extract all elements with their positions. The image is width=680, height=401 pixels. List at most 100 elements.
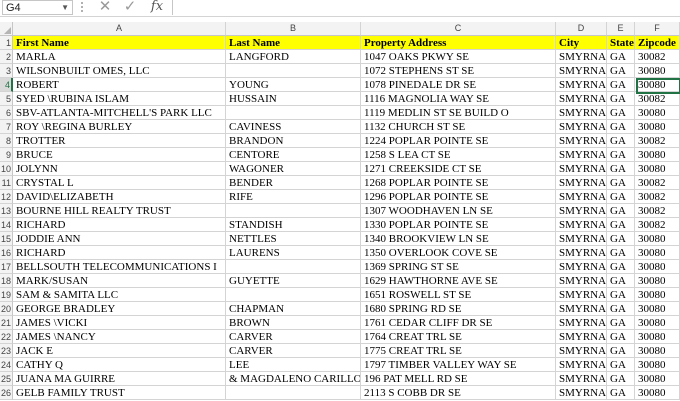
cell-state[interactable]: GA [607, 134, 635, 148]
row-header[interactable]: 21 [0, 316, 13, 330]
cell-last-name[interactable] [226, 260, 361, 274]
cell-zipcode[interactable]: 30080 [635, 344, 680, 358]
header-cell-zipcode[interactable]: Zipcode [635, 36, 680, 50]
row-header[interactable]: 19 [0, 288, 13, 302]
row-header[interactable]: 18 [0, 274, 13, 288]
cell-state[interactable]: GA [607, 246, 635, 260]
cell-city[interactable]: SMYRNA [556, 204, 607, 218]
cell-first-name[interactable]: BOURNE HILL REALTY TRUST [13, 204, 226, 218]
cell-state[interactable]: GA [607, 218, 635, 232]
cell-zipcode[interactable]: 30080 [635, 232, 680, 246]
cell-city[interactable]: SMYRNA [556, 274, 607, 288]
cell-first-name[interactable]: DAVID\ELIZABETH [13, 190, 226, 204]
cell-first-name[interactable]: SAM & SAMITA LLC [13, 288, 226, 302]
cell-zipcode[interactable]: 30080 [635, 64, 680, 78]
cell-last-name[interactable]: GUYETTE [226, 274, 361, 288]
cell-state[interactable]: GA [607, 260, 635, 274]
cell-last-name[interactable]: RIFE [226, 190, 361, 204]
cell-first-name[interactable]: MARLA [13, 50, 226, 64]
row-header[interactable]: 20 [0, 302, 13, 316]
cell-state[interactable]: GA [607, 78, 635, 92]
cell-last-name[interactable]: BRANDON [226, 134, 361, 148]
cell-city[interactable]: SMYRNA [556, 148, 607, 162]
header-cell-last-name[interactable]: Last Name [226, 36, 361, 50]
cell-property-address[interactable]: 2113 S COBB DR SE [361, 386, 556, 400]
cell-property-address[interactable]: 1119 MEDLIN ST SE BUILD O [361, 106, 556, 120]
row-header[interactable]: 16 [0, 246, 13, 260]
cell-last-name[interactable] [226, 64, 361, 78]
cell-last-name[interactable]: BENDER [226, 176, 361, 190]
cell-state[interactable]: GA [607, 232, 635, 246]
header-cell-property-address[interactable]: Property Address [361, 36, 556, 50]
cell-city[interactable]: SMYRNA [556, 50, 607, 64]
cell-last-name[interactable]: BROWN [226, 316, 361, 330]
cell-city[interactable]: SMYRNA [556, 218, 607, 232]
row-header[interactable]: 12 [0, 190, 13, 204]
insert-function-icon[interactable]: fx [148, 0, 166, 15]
cell-first-name[interactable]: GEORGE BRADLEY [13, 302, 226, 316]
cell-first-name[interactable]: SBV-ATLANTA-MITCHELL'S PARK LLC [13, 106, 226, 120]
cell-property-address[interactable]: 1307 WOODHAVEN LN SE [361, 204, 556, 218]
cell-zipcode[interactable]: 30080 [635, 386, 680, 400]
cell-first-name[interactable]: JAMES \VICKI [13, 316, 226, 330]
cell-first-name[interactable]: TROTTER [13, 134, 226, 148]
cell-first-name[interactable]: GELB FAMILY TRUST [13, 386, 226, 400]
cell-last-name[interactable]: CHAPMAN [226, 302, 361, 316]
enter-icon[interactable]: ✓ [122, 0, 138, 15]
cell-state[interactable]: GA [607, 92, 635, 106]
cell-state[interactable]: GA [607, 176, 635, 190]
cell-property-address[interactable]: 1775 CREAT TRL SE [361, 344, 556, 358]
cell-property-address[interactable]: 1629 HAWTHORNE AVE SE [361, 274, 556, 288]
cell-state[interactable]: GA [607, 50, 635, 64]
cell-last-name[interactable]: CARVER [226, 330, 361, 344]
cell-state[interactable]: GA [607, 106, 635, 120]
cancel-icon[interactable]: ✕ [97, 0, 113, 15]
cell-zipcode[interactable]: 30080 [635, 162, 680, 176]
cell-last-name[interactable]: CENTORE [226, 148, 361, 162]
row-header[interactable]: 26 [0, 386, 13, 400]
cell-city[interactable]: SMYRNA [556, 288, 607, 302]
cell-property-address[interactable]: 1271 CREEKSIDE CT SE [361, 162, 556, 176]
cell-property-address[interactable]: 1680 SPRING RD SE [361, 302, 556, 316]
cell-state[interactable]: GA [607, 274, 635, 288]
row-header[interactable]: 11 [0, 176, 13, 190]
header-cell-first-name[interactable]: First Name [13, 36, 226, 50]
cell-city[interactable]: SMYRNA [556, 162, 607, 176]
cell-zipcode[interactable]: 30082 [635, 218, 680, 232]
column-header-f[interactable]: F [635, 22, 680, 36]
formula-input[interactable] [172, 0, 680, 15]
cell-property-address[interactable]: 1258 S LEA CT SE [361, 148, 556, 162]
cell-city[interactable]: SMYRNA [556, 64, 607, 78]
cell-property-address[interactable]: 1764 CREAT TRL SE [361, 330, 556, 344]
cell-first-name[interactable]: JAMES \NANCY [13, 330, 226, 344]
cell-city[interactable]: SMYRNA [556, 316, 607, 330]
select-all-button[interactable] [0, 22, 13, 36]
row-header[interactable]: 9 [0, 148, 13, 162]
cell-first-name[interactable]: RICHARD [13, 218, 226, 232]
cell-last-name[interactable]: HUSSAIN [226, 92, 361, 106]
row-header[interactable]: 14 [0, 218, 13, 232]
cell-property-address[interactable]: 1761 CEDAR CLIFF DR SE [361, 316, 556, 330]
cell-city[interactable]: SMYRNA [556, 330, 607, 344]
cell-property-address[interactable]: 1268 POPLAR POINTE SE [361, 176, 556, 190]
cell-last-name[interactable] [226, 386, 361, 400]
cell-last-name[interactable]: CAVINESS [226, 120, 361, 134]
cell-property-address[interactable]: 1651 ROSWELL ST SE [361, 288, 556, 302]
cell-city[interactable]: SMYRNA [556, 260, 607, 274]
chevron-down-icon[interactable]: ▼ [61, 2, 69, 14]
row-header[interactable]: 13 [0, 204, 13, 218]
row-header[interactable]: 10 [0, 162, 13, 176]
cell-state[interactable]: GA [607, 148, 635, 162]
cell-last-name[interactable]: LEE [226, 358, 361, 372]
cell-city[interactable]: SMYRNA [556, 302, 607, 316]
cell-city[interactable]: SMYRNA [556, 232, 607, 246]
row-header[interactable]: 7 [0, 120, 13, 134]
cell-zipcode[interactable]: 30082 [635, 204, 680, 218]
header-cell-state[interactable]: State [607, 36, 635, 50]
row-header[interactable]: 4 [0, 78, 13, 92]
cell-first-name[interactable]: ROBERT [13, 78, 226, 92]
row-header[interactable]: 24 [0, 358, 13, 372]
cell-zipcode[interactable]: 30082 [635, 134, 680, 148]
cell-property-address[interactable]: 1116 MAGNOLIA WAY SE [361, 92, 556, 106]
cell-zipcode[interactable]: 30080 [635, 260, 680, 274]
